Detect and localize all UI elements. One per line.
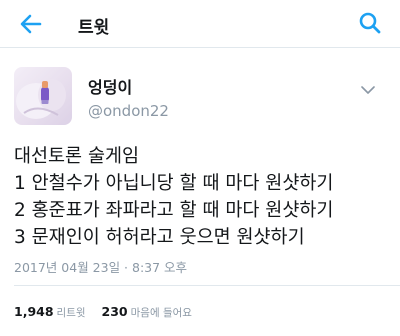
- tweet-line: 3 문재인이 허허라고 웃으면 원샷하기: [14, 227, 305, 248]
- retweets-stat[interactable]: 1,948 리트윗: [14, 304, 86, 319]
- top-bar: 트윗: [0, 0, 400, 48]
- tweet-line: 2 홍준표가 좌파라고 할 때 마다 원샷하기: [14, 200, 334, 221]
- tweet-timestamp: 2017년 04월 23일 · 8:37 오후: [14, 260, 188, 275]
- tweet-text: 대선토론 술게임 1 안철수가 아닙니당 할 때 마다 원샷하기 2 홍준표가 …: [14, 143, 389, 251]
- divider: [14, 285, 400, 286]
- retweets-count: 1,948: [14, 304, 54, 319]
- user-handle[interactable]: @ondon22: [88, 102, 169, 120]
- avatar[interactable]: [14, 67, 72, 125]
- tweet-line: 대선토론 술게임: [14, 146, 140, 167]
- arrow-left-icon: [20, 14, 42, 34]
- likes-label: 마음에 들어요: [130, 307, 192, 319]
- avatar-image: [16, 79, 66, 119]
- page-title: 트윗: [78, 18, 110, 38]
- likes-count: 230: [101, 304, 128, 319]
- tweet-stats: 1,948 리트윗 230 마음에 들어요: [14, 304, 192, 320]
- tweet-menu-button[interactable]: [361, 80, 375, 94]
- search-icon: [359, 12, 381, 34]
- search-button[interactable]: [357, 10, 383, 36]
- display-name[interactable]: 엉덩이: [88, 74, 132, 98]
- back-button[interactable]: [18, 11, 44, 37]
- chevron-down-icon: [361, 86, 375, 94]
- retweets-label: 리트윗: [56, 307, 86, 319]
- likes-stat[interactable]: 230 마음에 들어요: [102, 304, 192, 319]
- tweet-line: 1 안철수가 아닙니당 할 때 마다 원샷하기: [14, 173, 334, 194]
